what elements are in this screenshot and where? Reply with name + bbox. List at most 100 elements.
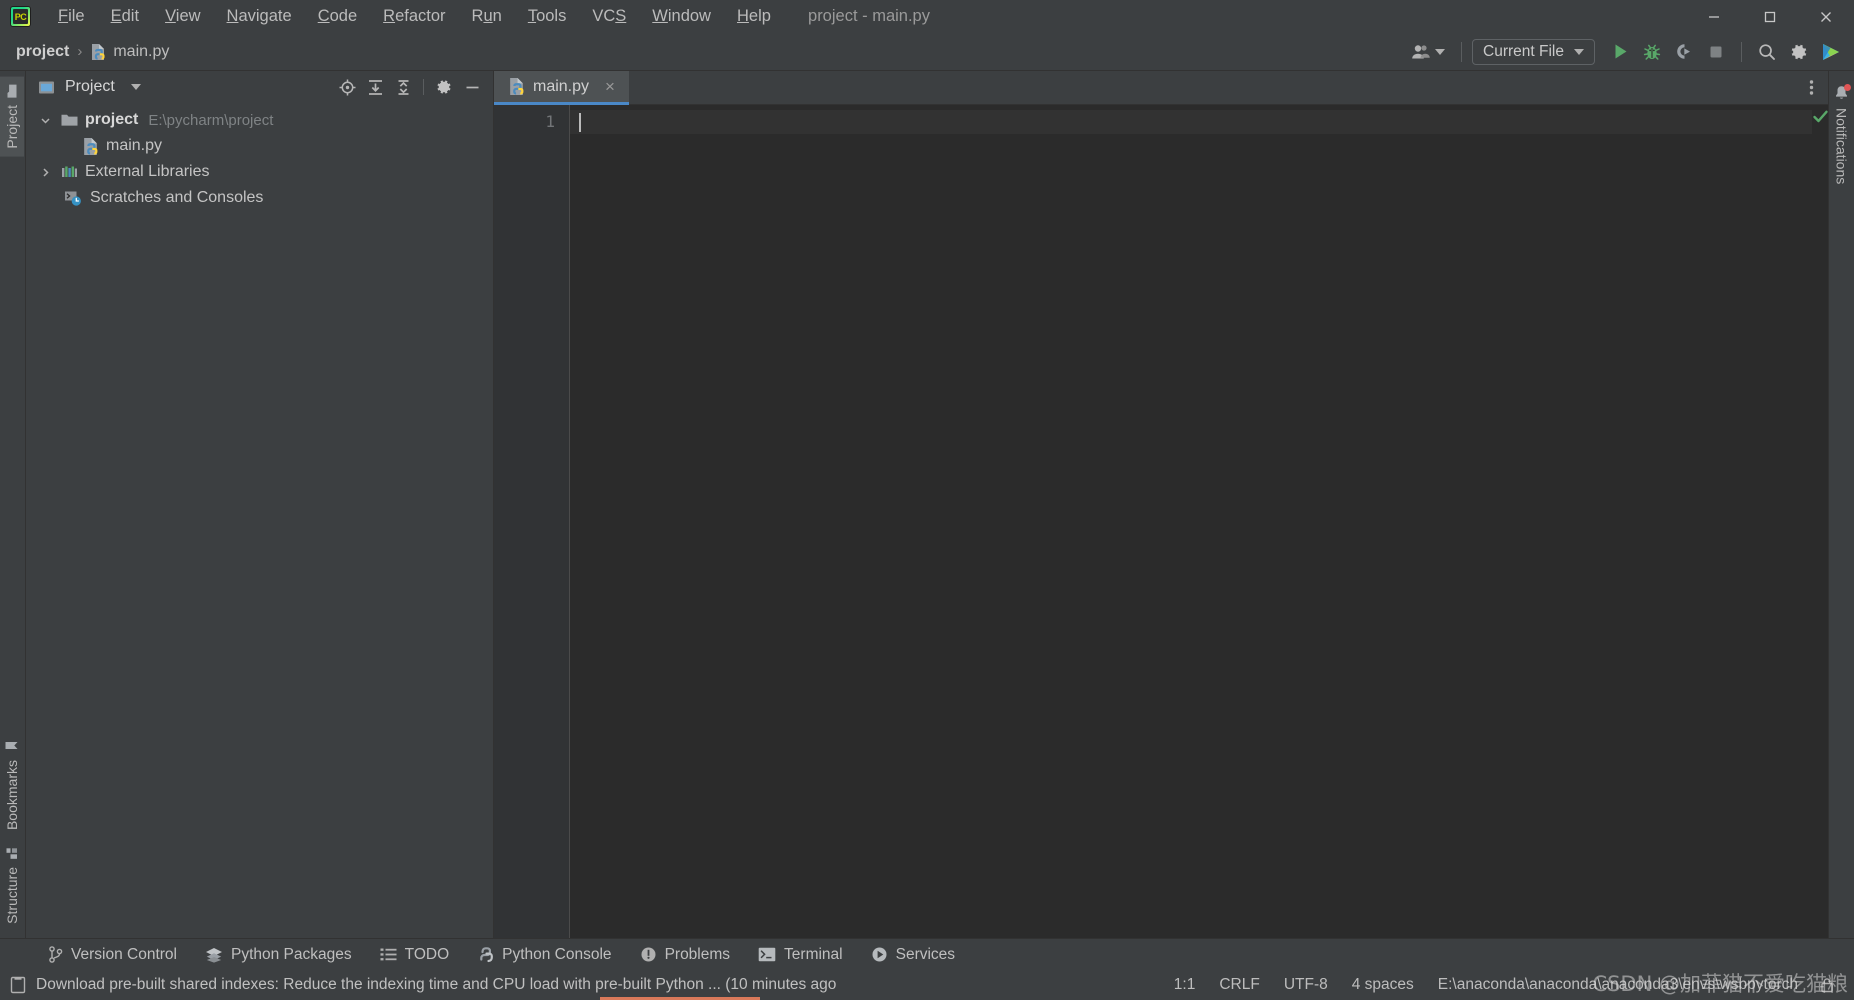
caret-position[interactable]: 1:1	[1162, 974, 1208, 996]
menu-file[interactable]: File	[45, 4, 98, 29]
editor-marker-bar[interactable]	[1812, 105, 1828, 938]
tool-window-label: TODO	[404, 945, 450, 963]
select-opened-file-button[interactable]	[334, 75, 360, 99]
settings-button[interactable]	[1784, 38, 1814, 66]
menu-refactor[interactable]: Refactor	[370, 4, 458, 29]
chevron-right-icon[interactable]	[36, 167, 54, 178]
editor-tab-spacer	[628, 71, 1794, 105]
warning-circle-icon	[641, 947, 656, 962]
minimize-button[interactable]	[1686, 0, 1742, 33]
search-everywhere-button[interactable]	[1752, 38, 1782, 66]
collapse-all-icon	[398, 79, 408, 95]
status-bar: Download pre-built shared indexes: Reduc…	[0, 970, 1854, 1000]
chevron-down-icon[interactable]	[36, 115, 54, 126]
menu-run[interactable]: Run	[459, 4, 515, 29]
search-icon	[1759, 43, 1775, 60]
people-icon	[1412, 44, 1430, 58]
minimize-icon	[1709, 15, 1719, 18]
chevron-down-icon	[1574, 48, 1584, 55]
status-bar-right: 1:1 CRLF UTF-8 4 spaces E:\anaconda\anac…	[1162, 974, 1840, 996]
line-number: 1	[545, 112, 555, 131]
coverage-icon	[1676, 44, 1690, 59]
list-icon	[380, 948, 397, 961]
layers-icon	[205, 947, 222, 963]
editor-area: main.py × 1	[494, 71, 1828, 938]
run-configuration-selector[interactable]: Current File	[1472, 38, 1595, 65]
status-notification[interactable]: Download pre-built shared indexes: Reduc…	[10, 976, 836, 994]
menu-code[interactable]: Code	[305, 4, 370, 29]
tool-window-label: Terminal	[784, 945, 843, 963]
close-icon[interactable]: ×	[603, 78, 617, 95]
project-tool-window: Project project E:\pycharm\project main.…	[26, 71, 494, 938]
tree-item-main-py[interactable]: main.py	[26, 133, 493, 159]
tree-item-scratches-and-consoles[interactable]: Scratches and Consoles	[26, 185, 493, 211]
sidebar-item-notifications[interactable]: Notifications	[1830, 77, 1854, 192]
collaborate-button[interactable]	[1405, 39, 1451, 65]
breadcrumb-project[interactable]: project	[12, 41, 73, 63]
bottom-tool-window-bar: Version Control Python Packages TODO Pyt…	[0, 938, 1854, 970]
menu-navigate[interactable]: Navigate	[214, 4, 305, 29]
editor-body: 1	[494, 105, 1828, 938]
bug-icon	[1643, 44, 1661, 60]
run-with-coverage-button[interactable]	[1669, 38, 1699, 66]
current-line[interactable]	[570, 110, 1812, 134]
file-encoding[interactable]: UTF-8	[1272, 974, 1340, 996]
debug-button[interactable]	[1637, 38, 1667, 66]
menu-edit[interactable]: Edit	[98, 4, 152, 29]
close-icon	[1821, 11, 1831, 22]
expand-all-button[interactable]	[362, 75, 388, 99]
python-interpreter[interactable]: E:\anaconda\anaconda\anaconda3\envs\wsbp…	[1426, 974, 1810, 996]
no-problems-checkmark-icon[interactable]	[1812, 108, 1829, 128]
stop-button[interactable]	[1701, 38, 1731, 66]
menu-tools[interactable]: Tools	[515, 4, 580, 29]
project-panel-toolbar	[334, 75, 485, 99]
tree-item-project-path: E:\pycharm\project	[148, 111, 274, 129]
menu-vcs[interactable]: VCS	[579, 4, 639, 29]
tree-item-external-libraries[interactable]: External Libraries	[26, 159, 493, 185]
menu-window[interactable]: Window	[639, 4, 724, 29]
ide-services-button[interactable]	[1816, 38, 1846, 66]
indent-setting[interactable]: 4 spaces	[1340, 974, 1426, 996]
lock-icon[interactable]	[1810, 975, 1840, 995]
maximize-button[interactable]	[1742, 0, 1798, 33]
editor-tab-main-py[interactable]: main.py ×	[494, 71, 629, 105]
vtab-label-notifications: Notifications	[1833, 108, 1850, 185]
menu-help[interactable]: Help	[724, 4, 784, 29]
project-window-icon	[39, 81, 54, 93]
tool-window-terminal[interactable]: Terminal	[744, 942, 857, 968]
tool-window-label: Python Console	[502, 945, 612, 963]
sidebar-item-structure[interactable]: Structure	[0, 838, 24, 932]
tool-window-python-packages[interactable]: Python Packages	[191, 942, 366, 968]
tool-window-version-control[interactable]: Version Control	[34, 942, 191, 968]
line-separator[interactable]: CRLF	[1207, 974, 1271, 996]
panel-settings-button[interactable]	[431, 75, 457, 99]
menu-view[interactable]: View	[152, 4, 213, 29]
minus-icon	[466, 86, 478, 88]
close-button[interactable]	[1798, 0, 1854, 33]
tool-window-python-console[interactable]: Python Console	[463, 942, 625, 968]
tree-item-external-libraries-label: External Libraries	[85, 163, 210, 180]
tree-item-project[interactable]: project E:\pycharm\project	[26, 107, 493, 133]
project-panel-title[interactable]: Project	[38, 78, 141, 96]
run-button[interactable]	[1605, 38, 1635, 66]
hide-panel-button[interactable]	[459, 75, 485, 99]
sidebar-item-bookmarks[interactable]: Bookmarks	[0, 730, 24, 838]
chevron-down-icon[interactable]	[130, 84, 141, 90]
project-tree: project E:\pycharm\project main.py Exter…	[26, 103, 493, 938]
tree-item-scratches-label: Scratches and Consoles	[90, 189, 264, 206]
tool-window-label: Problems	[664, 945, 731, 963]
editor-options-button[interactable]	[1794, 71, 1828, 105]
python-file-icon	[92, 43, 105, 60]
tree-item-main-py-label: main.py	[106, 137, 163, 154]
code-text-area[interactable]	[570, 105, 1812, 938]
sidebar-item-project[interactable]: Project	[0, 77, 24, 157]
tool-window-todo[interactable]: TODO	[366, 942, 464, 968]
collapse-all-button[interactable]	[390, 75, 416, 99]
breadcrumb-file[interactable]: main.py	[86, 41, 173, 63]
tool-window-problems[interactable]: Problems	[626, 942, 744, 968]
notification-document-icon	[10, 976, 26, 994]
bookmark-icon	[6, 742, 18, 750]
notification-badge	[1843, 84, 1851, 91]
tool-window-services[interactable]: Services	[857, 942, 969, 968]
gear-icon	[1791, 44, 1807, 59]
